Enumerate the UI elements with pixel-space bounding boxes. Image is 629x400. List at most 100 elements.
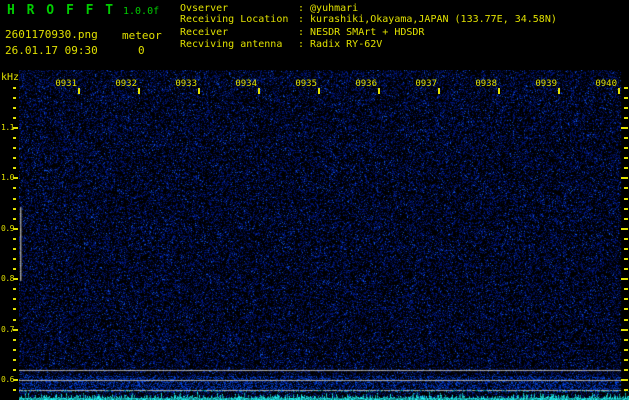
freq-minor-tick-right: [624, 288, 628, 290]
freq-minor-tick-right: [624, 157, 628, 159]
freq-minor-tick-left: [13, 298, 16, 300]
freq-minor-tick-left: [13, 117, 16, 119]
frequency-unit-label: kHz: [1, 72, 20, 83]
freq-minor-tick-left: [13, 319, 16, 321]
freq-minor-tick-left: [13, 268, 16, 270]
info-value: @yuhmari: [310, 3, 359, 14]
time-tick-label: 0931: [55, 79, 77, 89]
freq-minor-tick-left: [13, 238, 16, 240]
freq-minor-tick-left: [13, 369, 16, 371]
freq-minor-tick-right: [624, 218, 628, 220]
info-row-antenna: Recviving antenna: Radix RY-62V: [180, 39, 382, 50]
freq-minor-tick-left: [13, 157, 16, 159]
freq-minor-tick-left: [13, 87, 16, 89]
freq-major-tick-left: [13, 379, 18, 381]
freq-minor-tick-right: [624, 137, 628, 139]
freq-major-tick-left: [13, 278, 18, 280]
info-label: Ovserver: [180, 3, 229, 14]
freq-minor-tick-left: [13, 349, 16, 351]
freq-minor-tick-left: [13, 258, 16, 260]
freq-minor-tick-left: [13, 218, 16, 220]
freq-minor-tick-left: [13, 359, 16, 361]
meteor-counter-label: meteor: [122, 29, 162, 42]
info-label: Receiving Location: [180, 14, 289, 25]
freq-tick-label: 1.1: [1, 123, 14, 132]
freq-minor-tick-left: [13, 198, 16, 200]
freq-minor-tick-right: [624, 187, 628, 189]
freq-minor-tick-right: [624, 147, 628, 149]
freq-minor-tick-right: [624, 117, 628, 119]
freq-tick-label: 0.7: [1, 325, 14, 334]
freq-major-tick-left: [13, 127, 18, 129]
freq-minor-tick-left: [13, 389, 16, 391]
capture-datetime: 26.01.17 09:30: [5, 44, 98, 57]
freq-minor-tick-right: [624, 389, 628, 391]
freq-minor-tick-right: [624, 308, 628, 310]
freq-minor-tick-right: [624, 238, 628, 240]
info-colon: :: [298, 39, 305, 50]
freq-tick-label: 0.6: [1, 375, 14, 384]
time-tick-mark: [378, 88, 380, 94]
info-value: NESDR SMArt + HDSDR: [310, 27, 425, 38]
freq-major-tick-right: [621, 278, 628, 280]
info-colon: :: [298, 14, 305, 25]
freq-minor-tick-right: [624, 107, 628, 109]
app-title: H R O F F T: [7, 3, 116, 18]
freq-minor-tick-left: [13, 137, 16, 139]
time-tick-label: 0940: [595, 79, 617, 89]
time-tick-label: 0934: [235, 79, 257, 89]
freq-minor-tick-right: [624, 258, 628, 260]
time-tick-mark: [198, 88, 200, 94]
time-tick-mark: [558, 88, 560, 94]
time-tick-mark: [438, 88, 440, 94]
freq-major-tick-right: [621, 177, 628, 179]
freq-minor-tick-right: [624, 349, 628, 351]
freq-minor-tick-right: [624, 198, 628, 200]
time-tick-mark: [498, 88, 500, 94]
info-value: kurashiki,Okayama,JAPAN (133.77E, 34.58N…: [310, 14, 557, 25]
freq-tick-label: 1.0: [1, 173, 14, 182]
time-tick-mark: [78, 88, 80, 94]
freq-minor-tick-left: [13, 308, 16, 310]
freq-minor-tick-right: [624, 97, 628, 99]
freq-minor-tick-right: [624, 87, 628, 89]
freq-minor-tick-left: [13, 147, 16, 149]
info-row-observer: Ovserver: @yuhmari: [180, 3, 358, 14]
freq-minor-tick-left: [13, 248, 16, 250]
time-tick-mark: [138, 88, 140, 94]
info-colon: :: [298, 27, 305, 38]
time-tick-label: 0933: [175, 79, 197, 89]
freq-minor-tick-right: [624, 167, 628, 169]
freq-minor-tick-left: [13, 107, 16, 109]
freq-minor-tick-left: [13, 167, 16, 169]
time-tick-label: 0937: [415, 79, 437, 89]
info-value: Radix RY-62V: [310, 39, 383, 50]
freq-major-tick-right: [621, 379, 628, 381]
freq-minor-tick-right: [624, 359, 628, 361]
freq-minor-tick-left: [13, 288, 16, 290]
meteor-counter-value: 0: [138, 44, 145, 57]
freq-minor-tick-left: [13, 187, 16, 189]
freq-minor-tick-right: [624, 339, 628, 341]
freq-major-tick-right: [621, 127, 628, 129]
freq-major-tick-left: [13, 177, 18, 179]
app-version: 1.0.0f: [123, 6, 160, 17]
freq-minor-tick-left: [13, 339, 16, 341]
time-tick-label: 0935: [295, 79, 317, 89]
time-tick-label: 0936: [355, 79, 377, 89]
freq-minor-tick-right: [624, 208, 628, 210]
output-filename: 2601170930.png: [5, 28, 98, 41]
info-row-location: Receiving Location: kurashiki,Okayama,JAP…: [180, 14, 557, 25]
freq-minor-tick-left: [13, 97, 16, 99]
observer-info-block: Ovserver: @yuhmari Receiving Location: kur…: [180, 0, 629, 60]
freq-minor-tick-right: [624, 319, 628, 321]
freq-major-tick-left: [13, 228, 18, 230]
freq-tick-label: 0.8: [1, 274, 14, 283]
spectrogram-canvas: [19, 70, 629, 400]
time-tick-label: 0938: [475, 79, 497, 89]
freq-minor-tick-right: [624, 268, 628, 270]
time-tick-mark: [258, 88, 260, 94]
freq-minor-tick-right: [624, 248, 628, 250]
freq-minor-tick-right: [624, 298, 628, 300]
time-tick-mark: [618, 88, 620, 94]
